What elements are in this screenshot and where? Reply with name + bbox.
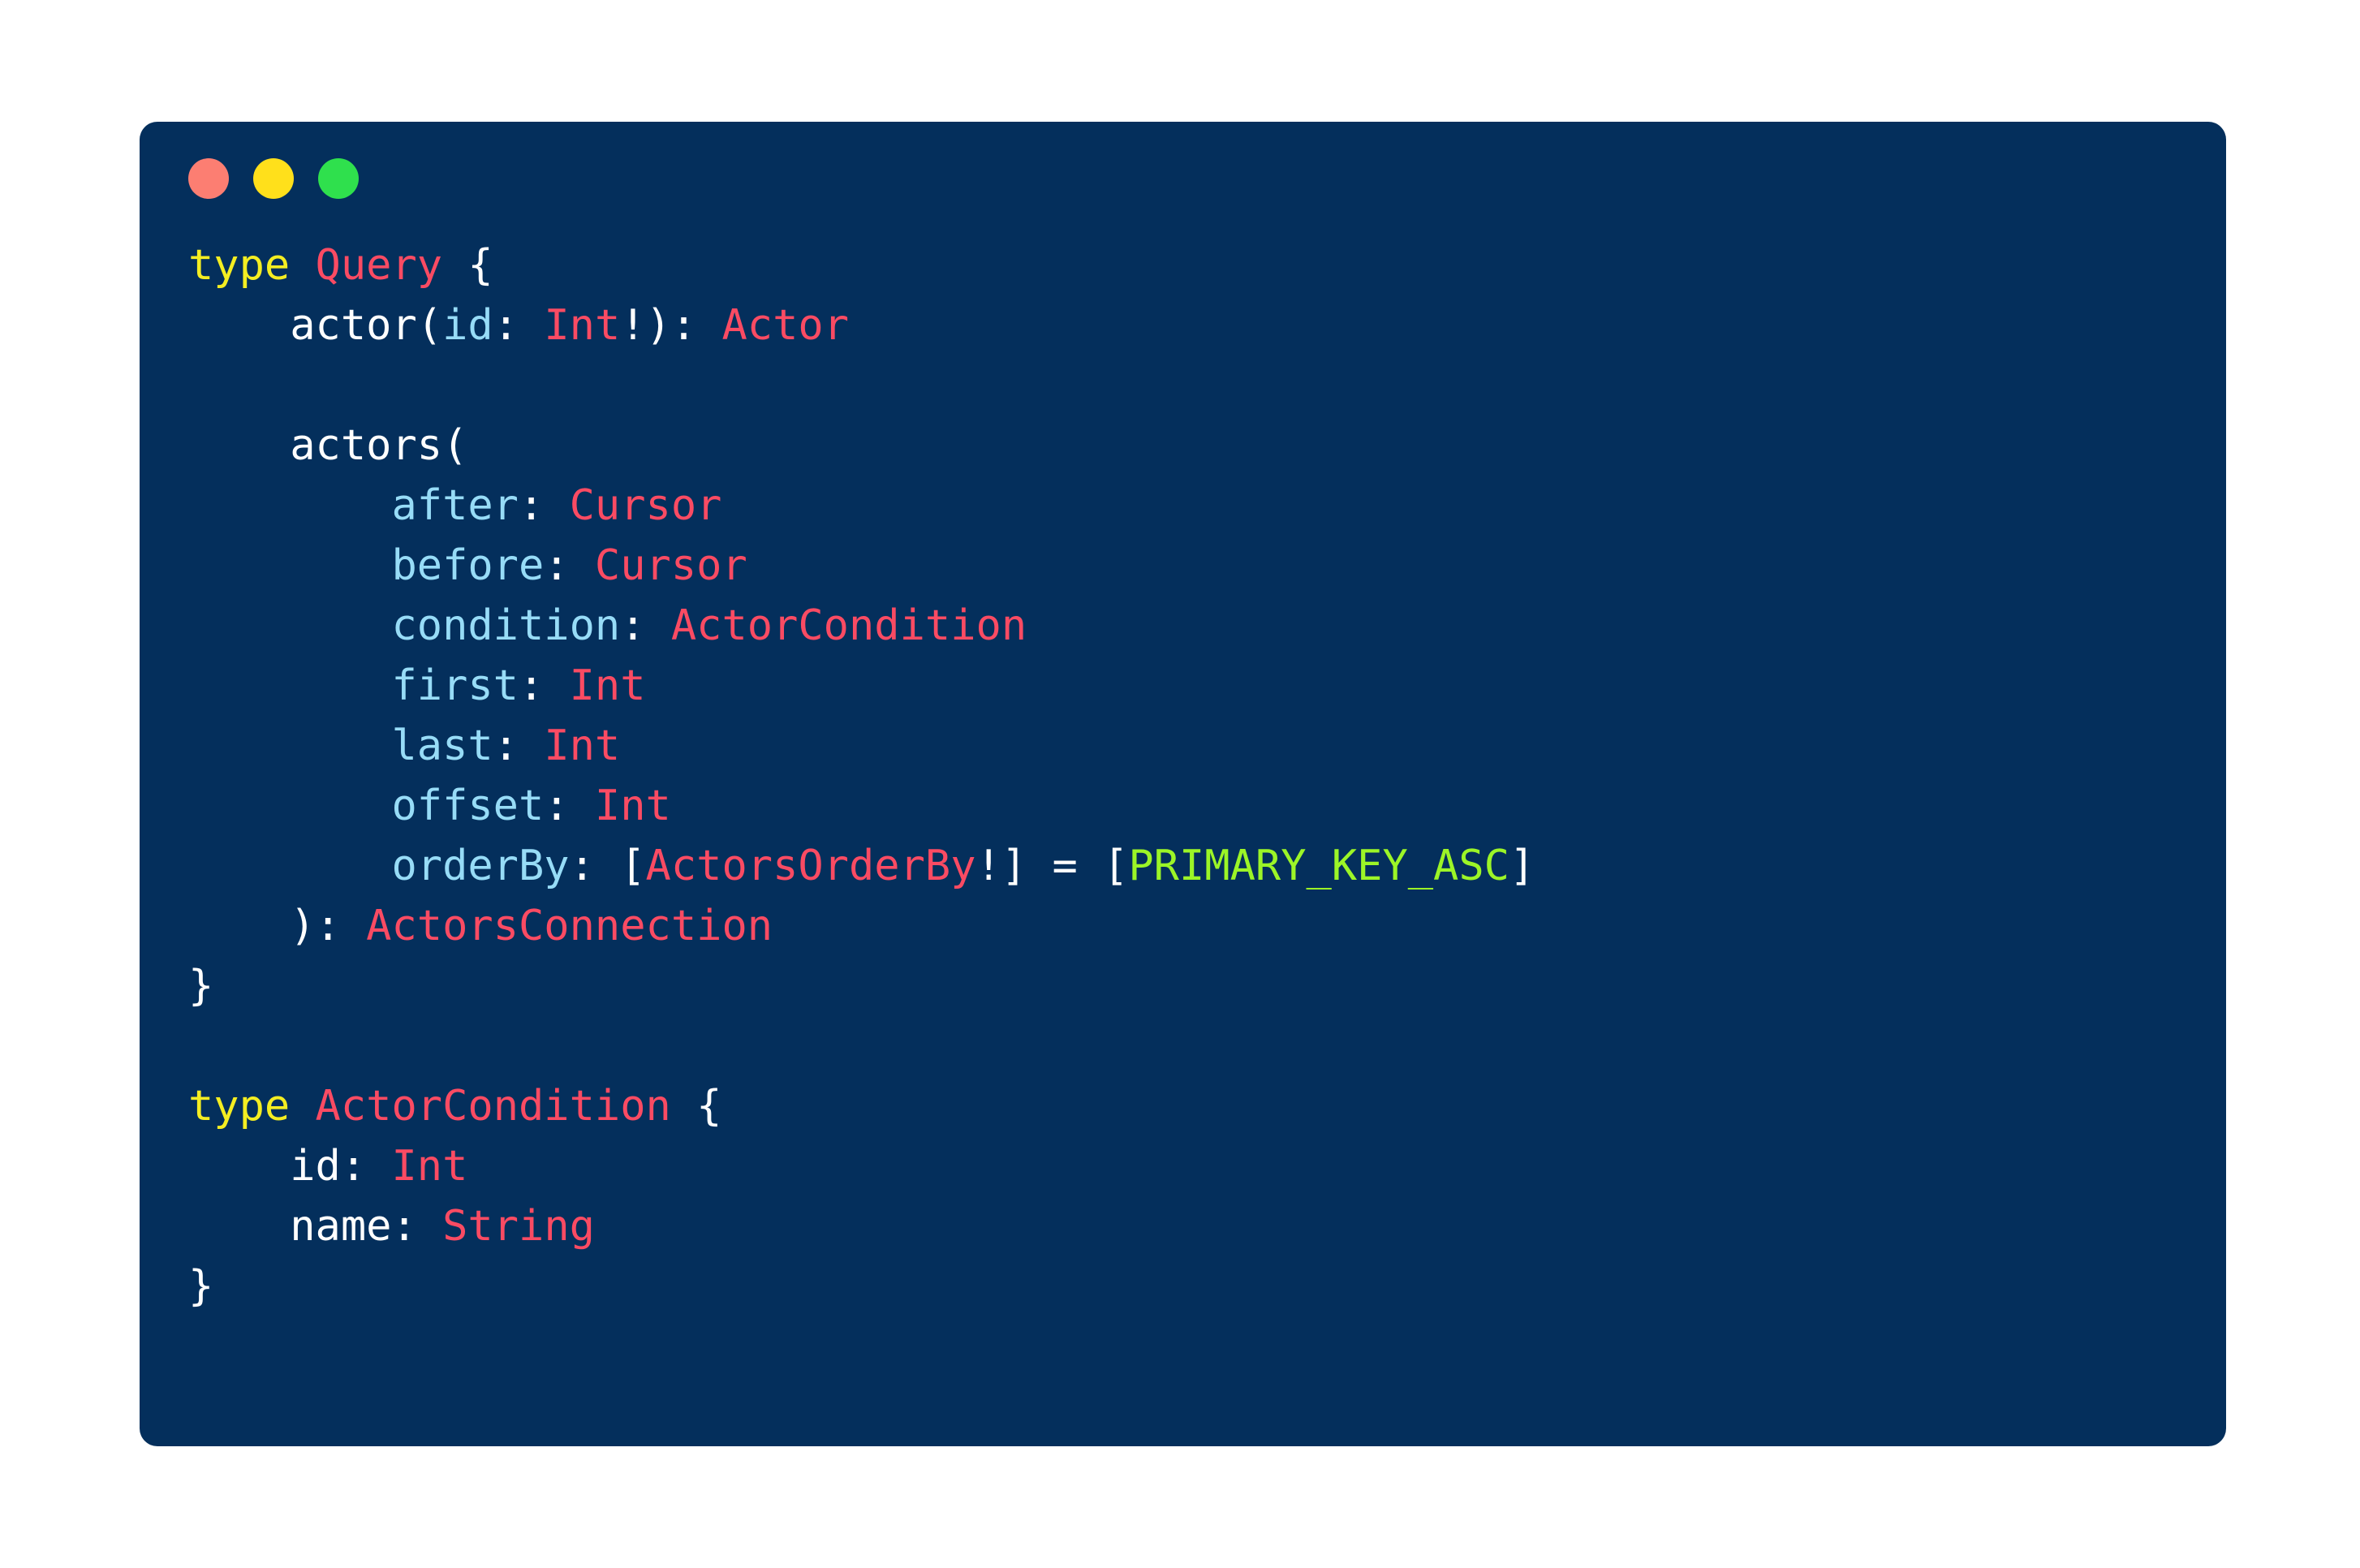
code-token-type: Int	[544, 722, 621, 770]
code-token-punct: }	[188, 1262, 214, 1311]
window-close-dot[interactable]	[188, 158, 229, 199]
code-line: actors(	[188, 416, 2177, 476]
code-token-arg: condition	[391, 601, 621, 650]
code-block: type Query { actor(id: Int!): Actor acto…	[140, 235, 2226, 1316]
code-token-punct: {	[670, 1082, 722, 1131]
code-token-punct: :	[493, 301, 545, 350]
code-token-punct: !):	[620, 301, 722, 350]
code-line: after: Cursor	[188, 476, 2177, 536]
code-token-type: Query	[315, 241, 443, 290]
code-token-field: actors	[290, 421, 443, 470]
code-line: ): ActorsConnection	[188, 896, 2177, 956]
code-token-punct: :	[519, 481, 570, 530]
code-token-field: name	[290, 1202, 392, 1251]
code-token-punct: :	[620, 601, 671, 650]
code-token-enum: PRIMARY_KEY_ASC	[1128, 842, 1509, 890]
code-line: last: Int	[188, 716, 2177, 776]
code-token-arg: first	[391, 661, 519, 710]
window-minimize-dot[interactable]	[253, 158, 294, 199]
code-token-type: Cursor	[594, 541, 747, 590]
code-token-kw: type	[188, 1082, 291, 1131]
code-token-punct: : [	[569, 842, 646, 890]
code-token-punct: ]	[1509, 842, 1535, 890]
code-token-punct: }	[188, 962, 214, 1010]
code-line: actor(id: Int!): Actor	[188, 295, 2177, 355]
code-token-punct: :	[544, 541, 595, 590]
code-token-punct: ):	[290, 902, 367, 950]
code-token-punct: !] = [	[975, 842, 1129, 890]
code-token-type: Int	[569, 661, 646, 710]
code-token-type: ActorCondition	[315, 1082, 671, 1131]
code-line: }	[188, 956, 2177, 1016]
code-line: type ActorCondition {	[188, 1076, 2177, 1136]
page-root: type Query { actor(id: Int!): Actor acto…	[0, 0, 2360, 1568]
code-token-type: Int	[544, 301, 621, 350]
code-token-type: Actor	[721, 301, 850, 350]
code-snippet-card: type Query { actor(id: Int!): Actor acto…	[140, 122, 2226, 1446]
code-line: }	[188, 1256, 2177, 1316]
code-token-punct: (	[416, 301, 443, 350]
code-line: condition: ActorCondition	[188, 596, 2177, 656]
code-token-arg: after	[391, 481, 519, 530]
code-token-arg: last	[391, 722, 493, 770]
code-token-punct: :	[493, 722, 545, 770]
code-token-type: ActorCondition	[670, 601, 1027, 650]
code-token-type: Cursor	[569, 481, 722, 530]
code-token-punct	[290, 241, 315, 290]
code-line: offset: Int	[188, 776, 2177, 836]
code-token-punct: (	[442, 421, 468, 470]
code-token-kw: type	[188, 241, 291, 290]
code-token-arg: offset	[391, 782, 545, 830]
code-token-punct: {	[442, 241, 493, 290]
code-token-arg: before	[391, 541, 545, 590]
code-token-arg: id	[442, 301, 493, 350]
code-line: first: Int	[188, 656, 2177, 716]
code-token-type: ActorsOrderBy	[645, 842, 976, 890]
code-token-punct: :	[519, 661, 570, 710]
window-titlebar	[140, 122, 2226, 235]
code-line: orderBy: [ActorsOrderBy!] = [PRIMARY_KEY…	[188, 836, 2177, 896]
code-line: name: String	[188, 1196, 2177, 1256]
code-line: before: Cursor	[188, 536, 2177, 596]
code-token-type: ActorsConnection	[366, 902, 773, 950]
code-token-punct: :	[391, 1202, 443, 1251]
code-token-punct: :	[544, 782, 595, 830]
code-token-type: Int	[594, 782, 671, 830]
code-token-punct	[290, 1082, 315, 1131]
code-token-field: actor	[290, 301, 417, 350]
code-token-type: String	[442, 1202, 595, 1251]
code-line: id: Int	[188, 1136, 2177, 1196]
window-maximize-dot[interactable]	[318, 158, 359, 199]
code-token-arg: orderBy	[391, 842, 570, 890]
code-token-punct: :	[340, 1142, 392, 1191]
code-token-field: id	[290, 1142, 341, 1191]
code-token-type: Int	[391, 1142, 468, 1191]
code-line: type Query {	[188, 235, 2177, 295]
